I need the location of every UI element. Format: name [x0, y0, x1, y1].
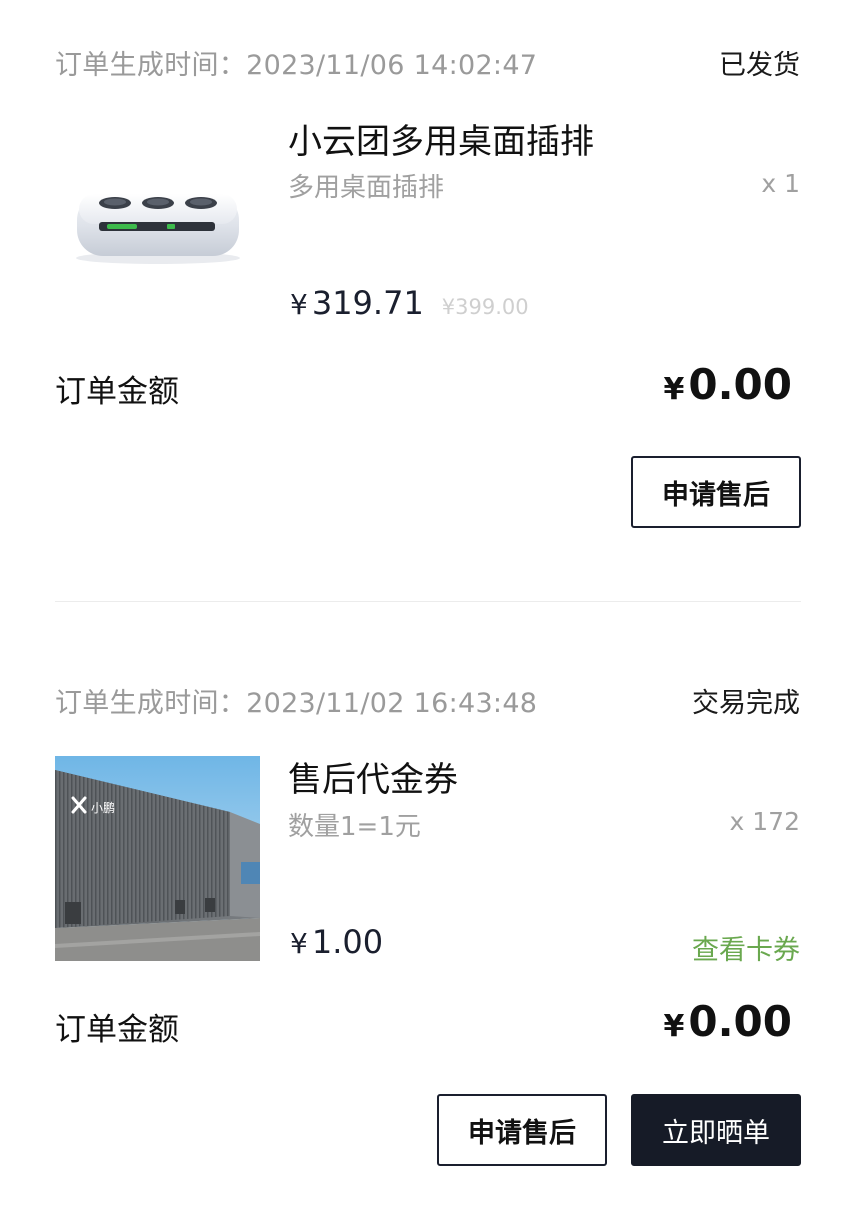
building-sign-text: 小鹏 [91, 801, 115, 815]
product-thumbnail[interactable] [55, 110, 260, 315]
price-currency: ¥ [290, 927, 308, 960]
product-title[interactable]: 售后代金券 [288, 752, 458, 801]
price-currency: ¥ [290, 288, 308, 321]
product-quantity: x 1 [761, 169, 800, 198]
order-status: 交易完成 [692, 688, 800, 719]
product-price: ¥319.71 ¥399.00 [290, 284, 529, 322]
product-price: ¥1.00 [290, 923, 383, 961]
amount-number: 0.00 [688, 360, 792, 409]
apply-after-sales-button[interactable]: 申请售后 [631, 456, 801, 528]
apply-after-sales-button[interactable]: 申请售后 [437, 1094, 607, 1166]
order-amount-value: ¥0.00 [663, 997, 792, 1046]
order-amount-label: 订单金额 [55, 1012, 179, 1048]
order-status: 已发货 [719, 50, 800, 81]
xpeng-building-image: 小鹏 [55, 756, 260, 961]
amount-number: 0.00 [688, 997, 792, 1046]
order-time-label: 订单生成时间： [55, 688, 247, 719]
share-order-button[interactable]: 立即晒单 [631, 1094, 801, 1166]
product-spec: 多用桌面插排 [288, 173, 445, 203]
product-title[interactable]: 小云团多用桌面插排 [288, 114, 594, 163]
original-price: ¥399.00 [441, 295, 529, 319]
amount-currency: ¥ [663, 1009, 685, 1044]
order-amount-value: ¥0.00 [663, 360, 792, 409]
amount-currency: ¥ [663, 372, 685, 407]
order-time-value: 2023/11/06 14:02:47 [246, 50, 538, 81]
product-thumbnail[interactable]: 小鹏 [55, 756, 260, 961]
order-time: 订单生成时间：2023/11/06 14:02:47 [55, 43, 537, 82]
product-quantity: x 172 [729, 807, 800, 836]
price-value: 319.71 [311, 284, 424, 322]
order-time-value: 2023/11/02 16:43:48 [246, 688, 538, 719]
price-value: 1.00 [311, 923, 384, 961]
order-time: 订单生成时间：2023/11/02 16:43:48 [55, 681, 537, 720]
order-amount-label: 订单金额 [55, 374, 179, 410]
order-divider [55, 601, 801, 602]
view-coupon-link[interactable]: 查看卡券 [692, 928, 800, 967]
order-time-label: 订单生成时间： [55, 50, 247, 81]
product-spec: 数量1=1元 [288, 812, 421, 842]
power-strip-product-image [76, 194, 240, 264]
